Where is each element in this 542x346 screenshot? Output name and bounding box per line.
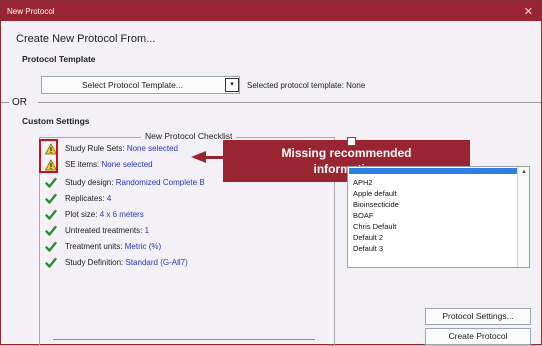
checklist-item-label: Treatment units: xyxy=(65,242,123,251)
selected-template-text: Selected protocol template: None xyxy=(247,81,366,90)
protocol-settings-button[interactable]: Protocol Settings... xyxy=(425,308,531,325)
select-template-label: Select Protocol Template... xyxy=(82,80,183,90)
checkmark-icon xyxy=(45,193,57,204)
checklist-item-label: Plot size: xyxy=(65,210,98,219)
list-item[interactable]: Apple default xyxy=(353,189,397,198)
new-protocol-dialog: New Protocol ✕ Create New Protocol From.… xyxy=(0,0,542,346)
filter-checkbox[interactable] xyxy=(347,137,356,146)
selected-list-row[interactable] xyxy=(349,168,518,174)
rule-sets-listbox[interactable]: APH2 Apple default Bioinsecticide BOAF C… xyxy=(347,166,530,268)
create-protocol-button[interactable]: Create Protocol xyxy=(425,328,531,345)
checklist-item-value[interactable]: 1 xyxy=(145,226,149,235)
checklist-item-label: SE items: xyxy=(65,160,100,169)
template-dropdown-icon[interactable]: ▾ xyxy=(225,78,239,92)
or-divider-left xyxy=(1,102,9,103)
close-icon[interactable]: ✕ xyxy=(524,5,533,18)
checklist-item-label: Replicates: xyxy=(65,194,105,203)
scroll-up-icon[interactable]: ▲ xyxy=(521,169,527,175)
checkmark-icon xyxy=(45,177,57,188)
warning-highlight-box xyxy=(39,139,58,173)
or-divider-right xyxy=(38,102,541,103)
custom-settings-label: Custom Settings xyxy=(22,116,90,126)
checklist-item-value[interactable]: Metric (%) xyxy=(125,242,161,251)
checklist-item-label: Study Definition: xyxy=(65,258,124,267)
select-protocol-template-button[interactable]: Select Protocol Template... xyxy=(41,76,240,94)
checklist-item-label: Study design: xyxy=(65,178,114,187)
callout-arrow-icon xyxy=(191,151,206,163)
checklist-item-value[interactable]: None selected xyxy=(101,160,152,169)
list-item[interactable]: Chris Default xyxy=(353,222,396,231)
checkmark-icon xyxy=(45,209,57,220)
checklist-item-value[interactable]: Randomized Complete B xyxy=(116,178,205,187)
callout-line-1: Missing recommended xyxy=(281,146,412,160)
create-from-heading: Create New Protocol From... xyxy=(16,33,156,45)
list-item[interactable]: Bioinsecticide xyxy=(353,200,399,209)
checklist-item-value[interactable]: Standard (G-All7) xyxy=(126,258,188,267)
window-title: New Protocol xyxy=(7,7,55,16)
list-item[interactable]: APH2 xyxy=(353,178,373,187)
checkmark-icon xyxy=(45,257,57,268)
protocol-template-label: Protocol Template xyxy=(22,54,96,64)
checklist-item-value[interactable]: None selected xyxy=(127,144,178,153)
list-item[interactable]: Default 2 xyxy=(353,233,383,242)
checkmark-icon xyxy=(45,241,57,252)
list-scrollbar[interactable]: ▲ xyxy=(517,167,529,267)
or-separator: OR xyxy=(12,97,27,108)
checklist-item-label: Study Rule Sets: xyxy=(65,144,125,153)
checklist-bottom-line xyxy=(53,339,315,340)
checkmark-icon xyxy=(45,225,57,236)
checklist-item-label: Untreated treatments: xyxy=(65,226,143,235)
list-item[interactable]: BOAF xyxy=(353,211,373,220)
list-item[interactable]: Default 3 xyxy=(353,244,383,253)
checklist-item-value[interactable]: 4 xyxy=(107,194,111,203)
checklist-item-value[interactable]: 4 x 6 meters xyxy=(100,210,144,219)
title-bar: New Protocol ✕ xyxy=(1,1,541,21)
